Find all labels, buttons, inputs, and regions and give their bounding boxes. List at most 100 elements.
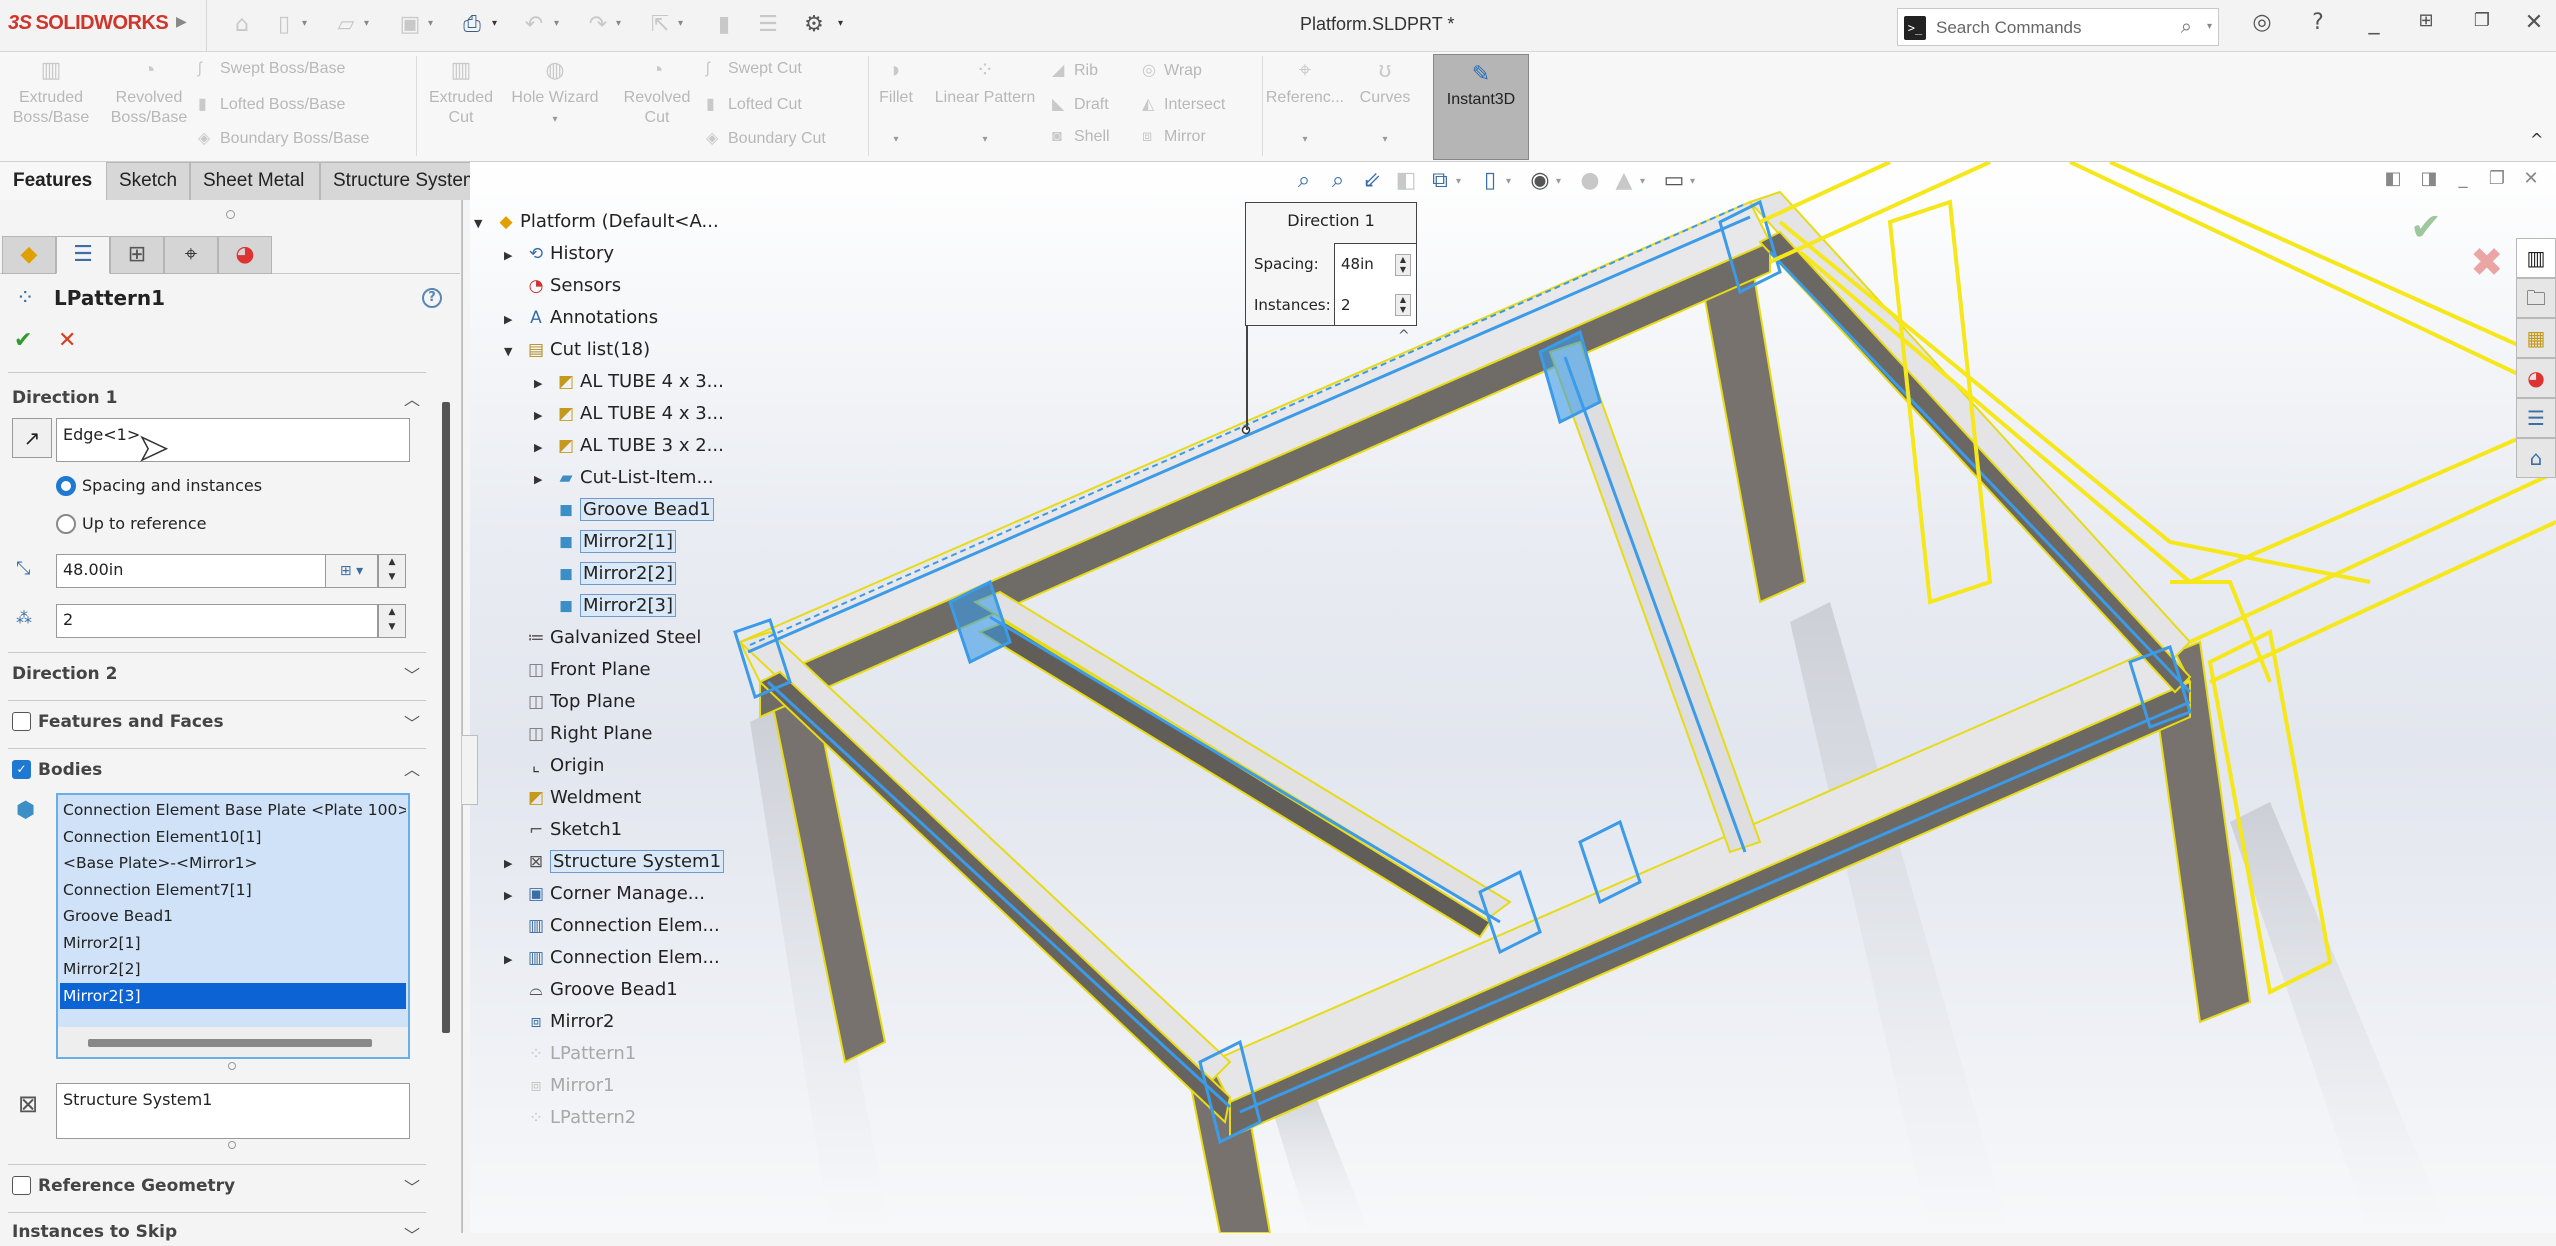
open-icon[interactable]: ▱ <box>332 12 360 37</box>
callout-spacing-input[interactable]: 48in <box>1341 255 1374 273</box>
swept-cut-button[interactable]: ʃ Swept Cut <box>706 60 802 78</box>
extruded-cut-button[interactable]: ▥ Extruded Cut <box>416 59 506 128</box>
undo-icon[interactable]: ↶ <box>520 12 548 37</box>
collapse-command-manager-icon[interactable]: ^ <box>2530 130 2543 149</box>
tree-item[interactable]: ▼ ◆ Platform (Default<A... <box>474 206 719 238</box>
tab-features[interactable]: Features <box>0 162 106 200</box>
instances-to-skip-title[interactable]: Instances to Skip <box>12 1222 177 1242</box>
tree-item[interactable]: ⌓ Groove Bead1 <box>504 974 678 1006</box>
chevron-down-icon[interactable]: ﹀ <box>404 710 420 734</box>
open-dropdown-icon[interactable]: ▾ <box>364 18 369 29</box>
display-style-icon[interactable]: ▯ <box>1476 168 1504 193</box>
chevron-up-icon[interactable]: ︿ <box>404 756 420 780</box>
new-document-icon[interactable]: ▯ <box>270 12 298 37</box>
close-button[interactable]: ✕ <box>2518 10 2550 35</box>
spacing-input[interactable]: 48.00in <box>56 554 326 588</box>
rib-button[interactable]: ◢ Rib <box>1052 60 1098 80</box>
features-and-faces-title[interactable]: Features and Faces <box>38 712 224 732</box>
direction1-group-title[interactable]: Direction 1 <box>12 388 117 408</box>
options-gear-icon[interactable]: ⚙ <box>800 12 828 37</box>
display-manager-tab-icon[interactable]: ◕ <box>218 236 272 274</box>
wrap-button[interactable]: ◎ Wrap <box>1142 60 1202 80</box>
tree-item[interactable]: ▶ ◩ AL TUBE 4 x 3... <box>534 366 724 398</box>
callout-collapse-icon[interactable]: ^ <box>1398 328 1410 344</box>
expand-arrow-icon[interactable]: ▶ <box>504 880 522 912</box>
expand-arrow-icon[interactable]: ▶ <box>534 400 552 432</box>
linear-pattern-dropdown-icon[interactable]: ▾ <box>982 134 987 145</box>
model-preview[interactable] <box>470 162 2556 1233</box>
shell-button[interactable]: ◙ Shell <box>1052 128 1110 146</box>
search-commands-box[interactable]: >_ Search Commands ⌕ ▾ <box>1897 8 2219 46</box>
draft-button[interactable]: ◣ Draft <box>1052 94 1109 114</box>
list-item[interactable]: Groove Bead1 <box>60 903 406 930</box>
direction2-group-title[interactable]: Direction 2 <box>12 664 117 684</box>
search-dropdown-icon[interactable]: ▾ <box>2207 21 2212 32</box>
menu-expand-arrow-icon[interactable]: ▶ <box>176 14 187 30</box>
view-settings-dropdown-icon[interactable]: ▾ <box>1690 176 1695 187</box>
file-properties-icon[interactable]: ☰ <box>754 12 782 37</box>
rebuild-icon[interactable]: ▮ <box>710 12 738 37</box>
user-account-icon[interactable]: ◎ <box>2246 10 2278 35</box>
list-item[interactable]: Connection Element Base Plate <Plate 100… <box>60 797 406 824</box>
tree-item[interactable]: ⌞ Origin <box>504 750 604 782</box>
view-settings-icon[interactable]: ▭ <box>1660 168 1688 193</box>
tree-item[interactable]: ▼ ▤ Cut list(18) <box>504 334 650 366</box>
list-item[interactable]: Mirror2[1] <box>60 930 406 957</box>
expand-arrow-icon[interactable]: ▶ <box>534 464 552 496</box>
redo-icon[interactable]: ↷ <box>584 12 612 37</box>
expand-arrow-icon[interactable]: ▶ <box>534 432 552 464</box>
tree-item[interactable]: ◼ Mirror2[3] <box>534 590 676 622</box>
search-input[interactable]: Search Commands <box>1936 18 2082 38</box>
viewport-close-button[interactable]: ✕ <box>2518 168 2544 189</box>
confirm-corner-ok-icon[interactable]: ✔ <box>2410 205 2442 249</box>
select-dropdown-icon[interactable]: ▾ <box>678 18 683 29</box>
tree-item[interactable]: ▶ ◩ AL TUBE 3 x 2... <box>534 430 724 462</box>
ok-button[interactable]: ✔ <box>14 328 32 353</box>
reference-geometry-dropdown-icon[interactable]: ▾ <box>1302 134 1307 145</box>
bodies-group-title[interactable]: Bodies <box>38 760 102 780</box>
tree-item[interactable]: ≔ Galvanized Steel <box>504 622 702 654</box>
collapse-arrow-icon[interactable]: ▼ <box>504 336 522 368</box>
fillet-button[interactable]: ◗ Fillet ▾ <box>866 59 926 150</box>
tree-item[interactable]: ⧈ Mirror1 <box>504 1070 615 1102</box>
reference-geometry-checkbox[interactable] <box>12 1176 31 1195</box>
search-icon[interactable]: ⌕ <box>2181 14 2192 38</box>
previous-view-icon[interactable]: ⇙ <box>1358 168 1386 193</box>
list-item-selected[interactable]: Mirror2[3] <box>60 982 406 1009</box>
cancel-button[interactable]: ✕ <box>58 328 76 353</box>
linear-pattern-button[interactable]: ⁘ Linear Pattern ▾ <box>926 59 1044 150</box>
tile-windows-button[interactable]: ⊞ <box>2410 10 2442 31</box>
list-resize-grip[interactable] <box>228 1062 236 1070</box>
hole-wizard-button[interactable]: ◍ Hole Wizard ▾ <box>510 59 600 130</box>
new-dropdown-icon[interactable]: ▾ <box>302 18 307 29</box>
boundary-boss-button[interactable]: ◈ Boundary Boss/Base <box>198 128 369 148</box>
list-item[interactable]: Connection Element7[1] <box>60 877 406 904</box>
dimxpert-manager-tab-icon[interactable]: ⌖ <box>164 236 218 274</box>
configuration-manager-tab-icon[interactable]: ⊞ <box>110 236 164 274</box>
tree-item[interactable]: ◩ Weldment <box>504 782 641 814</box>
expand-arrow-icon[interactable]: ▶ <box>504 240 522 272</box>
home-icon[interactable]: ⌂ <box>228 12 256 37</box>
lofted-boss-button[interactable]: ▮ Lofted Boss/Base <box>198 94 345 114</box>
revolved-cut-button[interactable]: ◔ Revolved Cut <box>612 59 702 128</box>
intersect-button[interactable]: ◭ Intersect <box>1142 94 1225 114</box>
chevron-down-icon[interactable]: ﹀ <box>404 1222 420 1246</box>
help-icon[interactable]: ? <box>2302 10 2334 35</box>
revolved-boss-button[interactable]: ◔ Revolved Boss/Base <box>104 59 194 128</box>
home-icon[interactable]: ⌂ <box>2516 438 2556 478</box>
viewport-minimize-button[interactable]: _ <box>2450 168 2476 189</box>
solidworks-logo[interactable]: 3S SOLIDWORKS <box>8 12 169 35</box>
hide-show-dropdown-icon[interactable]: ▾ <box>1556 176 1561 187</box>
extruded-boss-button[interactable]: ▥ Extruded Boss/Base <box>6 59 96 128</box>
print-icon[interactable]: ⎙ <box>458 12 486 37</box>
tab-sketch[interactable]: Sketch <box>106 162 190 200</box>
tree-item[interactable]: ◔ Sensors <box>504 270 622 302</box>
reference-geometry-button[interactable]: ⌖ Referenc... ▾ <box>1264 59 1346 150</box>
list-item[interactable]: Connection Element10[1] <box>60 824 406 851</box>
edit-appearance-icon[interactable]: ● <box>1576 168 1604 193</box>
expand-arrow-icon[interactable]: ▶ <box>534 368 552 400</box>
hide-show-items-icon[interactable]: ◉ <box>1526 168 1554 193</box>
file-explorer-icon[interactable]: ▦ <box>2516 318 2556 358</box>
restore-button[interactable]: ❐ <box>2466 10 2498 31</box>
instances-input[interactable]: 2 <box>56 604 378 638</box>
